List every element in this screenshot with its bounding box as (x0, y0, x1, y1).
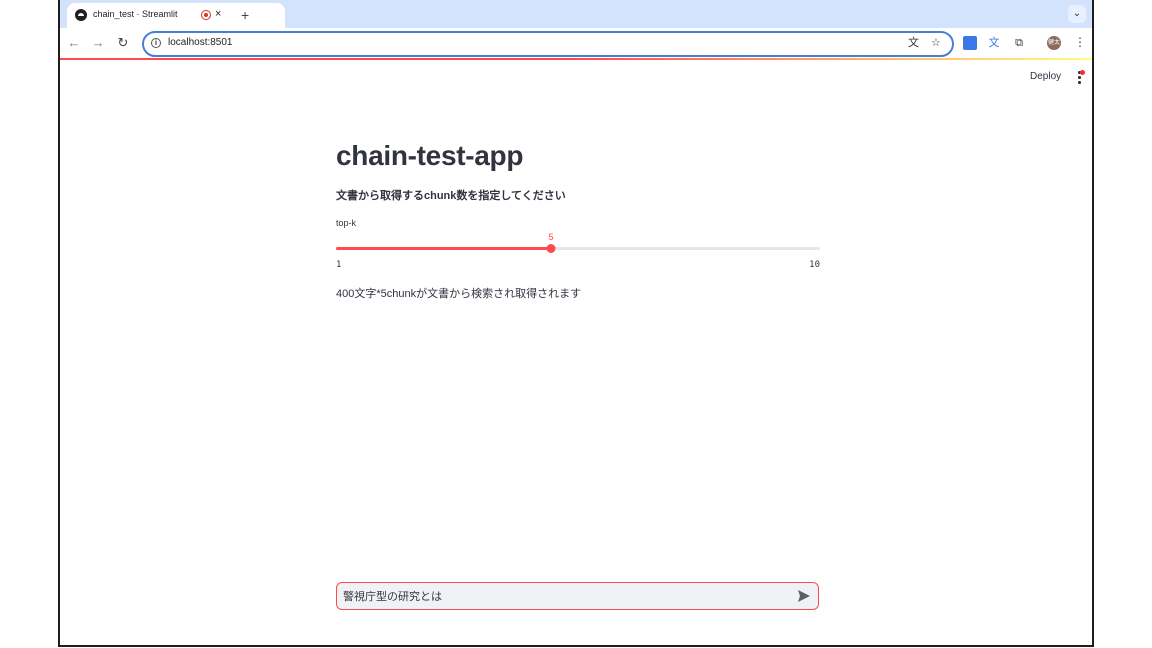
recording-indicator-icon (201, 10, 211, 20)
chat-input[interactable] (343, 587, 783, 605)
extension-translate-icon[interactable]: 文 (987, 36, 1001, 50)
site-info-icon[interactable]: i (151, 38, 161, 48)
notification-badge (1080, 70, 1085, 75)
new-tab-button[interactable]: + (241, 7, 249, 23)
profile-avatar[interactable]: 健太 (1047, 36, 1061, 50)
url-text[interactable]: localhost:8501 (168, 37, 233, 48)
streamlit-app: Deploy chain-test-app 文書から取得するchunk数を指定し… (60, 60, 1092, 645)
slider-thumb[interactable] (546, 244, 556, 253)
slider-max-label: 10 (809, 260, 820, 270)
chat-input-box[interactable] (336, 582, 819, 610)
forward-arrow-icon[interactable]: → (90, 35, 106, 51)
streamlit-favicon-icon (75, 9, 87, 21)
tab-strip: chain_test · Streamlit × + ⌄ (60, 0, 1092, 28)
extension-blue-icon[interactable] (963, 36, 977, 50)
browser-menu-icon[interactable]: ⋮ (1074, 35, 1086, 49)
send-icon (798, 590, 810, 602)
translate-icon[interactable]: 文 (908, 36, 919, 50)
slider-label: top-k (336, 218, 357, 228)
browser-window: chain_test · Streamlit × + ⌄ ← → ↻ i loc… (58, 0, 1094, 647)
bookmark-star-icon[interactable]: ☆ (931, 36, 941, 50)
address-bar[interactable]: i localhost:8501 文 ☆ (142, 31, 954, 57)
app-menu-icon[interactable] (1076, 70, 1085, 84)
page-subtitle: 文書から取得するchunk数を指定してください (336, 190, 566, 202)
slider-min-label: 1 (336, 260, 342, 270)
slider-current-value: 5 (548, 232, 554, 242)
deploy-button[interactable]: Deploy (1030, 71, 1061, 82)
back-arrow-icon[interactable]: ← (66, 35, 82, 51)
slider-track[interactable] (336, 247, 820, 250)
tab-close-icon[interactable]: × (215, 7, 221, 21)
result-text: 400文字*5chunkが文書から検索され取得されます (336, 288, 582, 300)
reload-icon[interactable]: ↻ (115, 35, 131, 51)
top-k-slider[interactable]: 5 1 10 (336, 230, 820, 275)
extensions-puzzle-icon[interactable]: ⧉ (1012, 36, 1026, 50)
tab-title: chain_test · Streamlit (93, 9, 178, 19)
slider-fill (336, 247, 551, 250)
send-button[interactable] (796, 588, 812, 604)
browser-toolbar: ← → ↻ i localhost:8501 文 ☆ 文 ⧉ 健太 ⋮ (60, 28, 1092, 58)
browser-tab[interactable]: chain_test · Streamlit × + (67, 3, 285, 28)
tab-search-chevron-icon[interactable]: ⌄ (1068, 5, 1086, 23)
page-title: chain-test-app (336, 140, 524, 171)
